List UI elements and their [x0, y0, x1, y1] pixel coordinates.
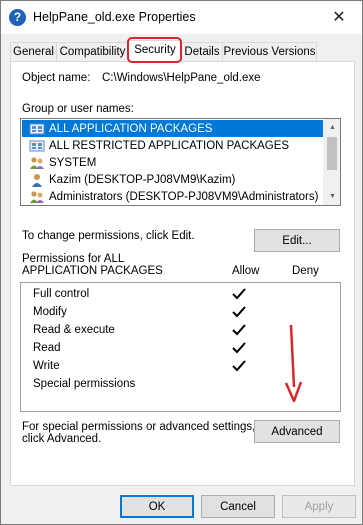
list-item-label: SYSTEM [49, 156, 97, 169]
checkmark-icon [232, 306, 246, 318]
list-item-kazim[interactable]: Kazim (DESKTOP-PJ08VM9\Kazim) [22, 171, 326, 188]
tab-strip: General Compatibility Security Details P… [10, 37, 355, 63]
list-item-all-restricted-application-packages[interactable]: ALL RESTRICTED APPLICATION PACKAGES [22, 137, 326, 154]
help-question-icon: ? [9, 9, 26, 26]
advanced-text-line1: For special permissions or advanced sett… [22, 421, 256, 433]
red-arrow-annotation-icon [284, 324, 303, 403]
group-user-list[interactable]: ALL APPLICATION PACKAGES ALL RESTRICTED … [20, 118, 341, 206]
title-bar: ? HelpPane_old.exe Properties ✕ [1, 1, 362, 34]
scroll-down-arrow-icon[interactable]: ▼ [324, 188, 340, 205]
list-item-administrators[interactable]: Administrators (DESKTOP-PJ08VM9\Administ… [22, 188, 326, 205]
ok-button[interactable]: OK [120, 495, 194, 518]
object-name-label: Object name: [22, 72, 91, 84]
permission-row-modify: Modify [33, 304, 333, 322]
list-item-label: ALL APPLICATION PACKAGES [49, 122, 213, 135]
group-names-label: Group or user names: [22, 103, 134, 115]
app-packages-icon [29, 140, 45, 151]
list-item-label: Kazim (DESKTOP-PJ08VM9\Kazim) [49, 173, 236, 186]
tab-previous-versions[interactable]: Previous Versions [222, 42, 317, 62]
allow-column-header: Allow [232, 265, 260, 277]
users-icon [30, 156, 44, 169]
tab-compatibility[interactable]: Compatibility [56, 42, 129, 62]
checkmark-icon [232, 360, 246, 372]
window-title: HelpPane_old.exe Properties [33, 10, 196, 24]
advanced-text-line2: click Advanced. [22, 433, 102, 445]
scrollbar-thumb[interactable] [327, 137, 337, 170]
apply-button: Apply [282, 495, 356, 518]
user-icon [32, 173, 42, 187]
list-item-system[interactable]: SYSTEM [22, 154, 326, 171]
edit-button[interactable]: Edit... [254, 229, 340, 252]
permission-name: Read [33, 342, 61, 354]
permissions-title-line1: Permissions for ALL [22, 253, 125, 265]
list-item-all-application-packages[interactable]: ALL APPLICATION PACKAGES [22, 120, 326, 137]
permission-name: Modify [33, 306, 67, 318]
list-item-label: Administrators (DESKTOP-PJ08VM9\Administ… [49, 190, 319, 203]
permission-name: Write [33, 360, 60, 372]
close-button[interactable]: ✕ [316, 1, 362, 33]
scroll-up-arrow-icon[interactable]: ▲ [324, 119, 340, 136]
tab-general[interactable]: General [10, 42, 57, 62]
object-name-value: C:\Windows\HelpPane_old.exe [102, 72, 261, 84]
change-permissions-text: To change permissions, click Edit. [22, 230, 195, 242]
checkmark-icon [232, 324, 246, 336]
properties-dialog: ? HelpPane_old.exe Properties ✕ General … [0, 0, 363, 525]
permission-row-full-control: Full control [33, 286, 333, 304]
app-packages-icon [29, 123, 45, 134]
users-icon [30, 190, 44, 203]
tab-security[interactable]: Security [128, 40, 182, 63]
permission-name: Full control [33, 288, 90, 300]
advanced-button[interactable]: Advanced [254, 420, 340, 443]
checkmark-icon [232, 288, 246, 300]
deny-column-header: Deny [292, 265, 319, 277]
permissions-title-line2: APPLICATION PACKAGES [22, 265, 163, 277]
list-item-label: ALL RESTRICTED APPLICATION PACKAGES [49, 139, 290, 152]
list-scrollbar[interactable]: ▲ ▼ [323, 119, 340, 205]
permission-name: Special permissions [33, 378, 136, 390]
tab-details[interactable]: Details [181, 42, 223, 62]
checkmark-icon [232, 342, 246, 354]
permission-name: Read & execute [33, 324, 115, 336]
cancel-button[interactable]: Cancel [201, 495, 275, 518]
